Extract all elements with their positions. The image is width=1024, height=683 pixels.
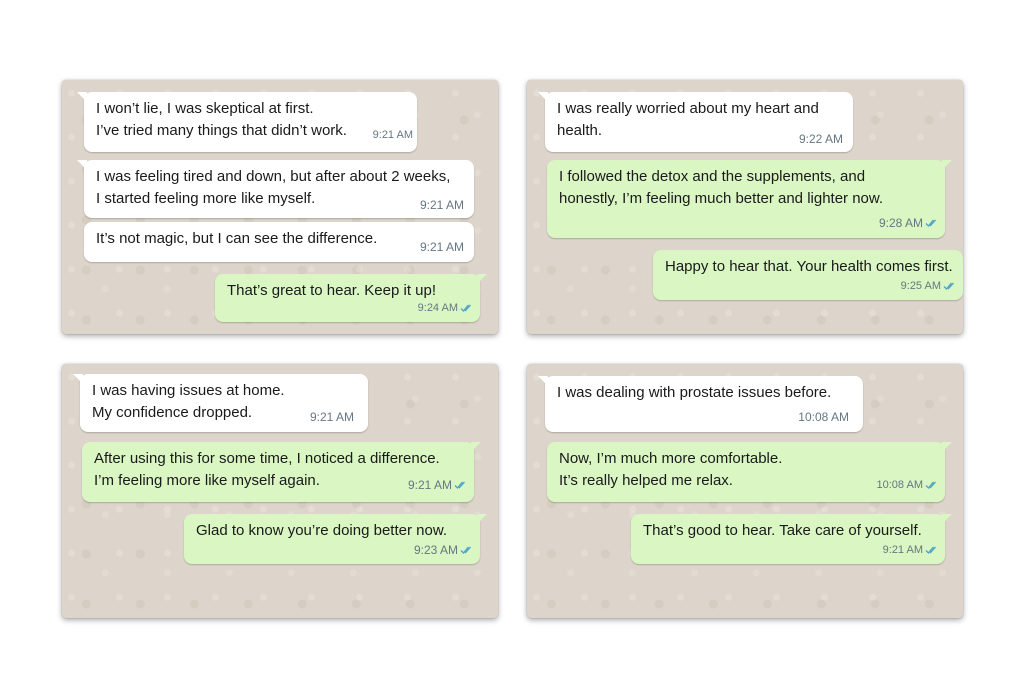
- message-timestamp: 9:22 AM: [798, 132, 843, 146]
- message-timestamp: 9:21 AM: [883, 539, 939, 561]
- message-text-line: honestly, I’m feeling much better and li…: [559, 190, 884, 207]
- message-timestamp: 9:21 AM: [309, 410, 354, 424]
- outgoing-message: After using this for some time, I notice…: [82, 442, 481, 502]
- message-text-line: I started feeling more like myself.: [96, 190, 316, 207]
- message-time: 9:23 AM: [413, 543, 458, 557]
- incoming-message: I was really worried about my heart and …: [538, 92, 853, 152]
- incoming-message: It’s not magic, but I can see the differ…: [84, 222, 474, 262]
- incoming-message: I was feeling tired and down, but after …: [77, 160, 474, 218]
- double-check-icon: [925, 545, 939, 555]
- message-timestamp: 9:21 AM: [419, 240, 464, 254]
- message-text-line: Now, I’m much more comfortable.: [559, 450, 783, 467]
- message-timestamp: 9:21 AM: [408, 474, 468, 496]
- double-check-icon: [943, 281, 957, 291]
- double-check-icon: [925, 218, 939, 228]
- chat-screenshot-1: I won’t lie, I was skeptical at first. I…: [62, 80, 498, 334]
- message-text-line: I’ve tried many things that didn’t work.: [96, 122, 347, 139]
- chat-screenshot-2: I was really worried about my heart and …: [527, 80, 963, 334]
- message-timestamp: 10:08 AM: [798, 410, 849, 424]
- incoming-message: I was dealing with prostate issues befor…: [538, 376, 863, 432]
- chat-screenshot-3: I was having issues at home. My confiden…: [62, 364, 498, 618]
- message-time: 9:24 AM: [417, 302, 458, 314]
- outgoing-message: That’s good to hear. Take care of yourse…: [631, 514, 952, 564]
- message-text-line: I was really worried about my heart and: [557, 100, 819, 117]
- message-text-line: I followed the detox and the supplements…: [559, 168, 866, 185]
- message-text-line: It’s not magic, but I can see the differ…: [96, 230, 378, 247]
- double-check-icon: [460, 545, 474, 555]
- outgoing-message: Happy to hear that. Your health comes fi…: [653, 250, 963, 300]
- message-time: 9:28 AM: [878, 216, 923, 230]
- message-time: 9:21 AM: [407, 478, 452, 492]
- incoming-message: I won’t lie, I was skeptical at first. I…: [77, 92, 417, 152]
- message-timestamp: 9:25 AM: [901, 275, 957, 297]
- message-timestamp: 10:08 AM: [877, 474, 939, 496]
- message-timestamp: 9:24 AM: [418, 297, 474, 319]
- outgoing-message: I followed the detox and the supplements…: [547, 160, 952, 238]
- message-text-line: I was having issues at home.: [92, 382, 285, 399]
- message-time: 10:08 AM: [876, 479, 923, 491]
- message-timestamp: 9:21 AM: [419, 198, 464, 212]
- incoming-message: I was having issues at home. My confiden…: [73, 374, 368, 432]
- message-timestamp: 9:28 AM: [879, 212, 939, 234]
- double-check-icon: [454, 480, 468, 490]
- message-text-line: I’m feeling more like myself again.: [94, 472, 320, 489]
- chat-screenshot-4: I was dealing with prostate issues befor…: [527, 364, 963, 618]
- message-text-line: I won’t lie, I was skeptical at first.: [96, 100, 314, 117]
- message-time: 9:21 AM: [882, 544, 923, 556]
- message-text-line: After using this for some time, I notice…: [94, 450, 440, 467]
- outgoing-message: That’s great to hear. Keep it up! 9:24 A…: [215, 274, 487, 322]
- message-text-line: I was dealing with prostate issues befor…: [557, 384, 832, 401]
- message-time: 9:25 AM: [900, 280, 941, 292]
- double-check-icon: [460, 303, 474, 313]
- outgoing-message: Now, I’m much more comfortable. It’s rea…: [547, 442, 952, 502]
- message-text-line: I was feeling tired and down, but after …: [96, 168, 451, 185]
- message-timestamp: 9:23 AM: [414, 539, 474, 561]
- outgoing-message: Glad to know you’re doing better now. 9:…: [184, 514, 487, 564]
- double-check-icon: [925, 480, 939, 490]
- message-timestamp: 9:21 AM: [372, 129, 413, 141]
